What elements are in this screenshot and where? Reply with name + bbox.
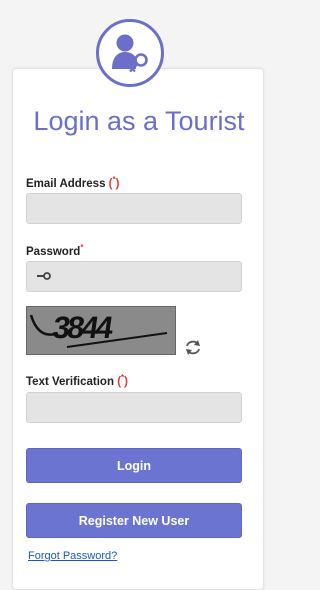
refresh-icon[interactable] — [184, 338, 202, 356]
key-icon — [37, 272, 51, 280]
register-button[interactable]: Register New User — [26, 503, 242, 538]
required-marker: * — [80, 243, 84, 252]
required-marker: (*) — [108, 175, 120, 190]
user-key-icon — [96, 19, 164, 87]
login-button[interactable]: Login — [26, 448, 242, 483]
captcha-image: 3844 — [26, 306, 176, 355]
password-field[interactable] — [26, 261, 242, 292]
verification-field[interactable] — [26, 392, 242, 423]
email-field[interactable] — [26, 193, 242, 224]
email-label: Email Address (*) — [26, 175, 120, 190]
forgot-password-link[interactable]: Forgot Password? — [28, 550, 117, 562]
required-marker: (*) — [117, 373, 128, 388]
page-title: Login as a Tourist — [33, 106, 245, 136]
password-label: Password* — [26, 243, 84, 258]
verification-label: Text Verification (*) — [26, 373, 128, 388]
